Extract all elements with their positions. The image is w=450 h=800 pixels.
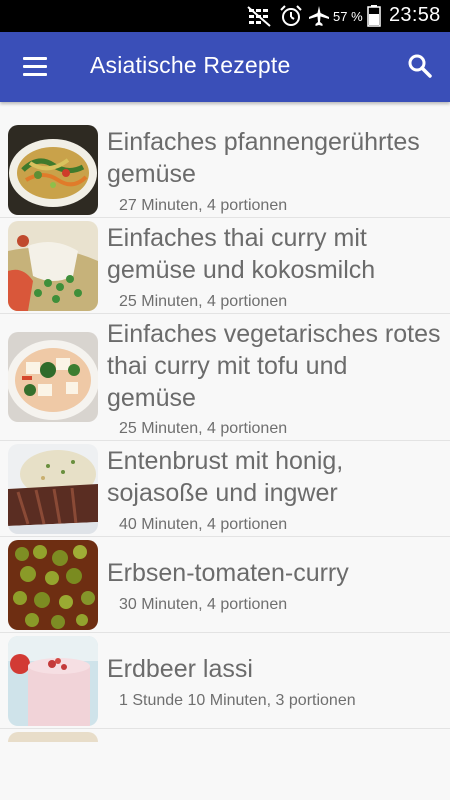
app-bar: Asiatische Rezepte	[0, 32, 450, 102]
recipe-thumbnail	[8, 332, 98, 422]
status-clock: 23:58	[389, 4, 441, 26]
page-title: Asiatische Rezepte	[90, 52, 291, 78]
list-item[interactable]: Erdbeer lassi 1 Stunde 10 Minuten, 3 por…	[0, 633, 450, 729]
alarm-icon	[279, 5, 303, 32]
recipe-meta: 25 Minuten, 4 portionen	[119, 420, 288, 437]
list-item[interactable]	[0, 729, 450, 800]
list-item[interactable]: Einfaches thai curry mit gemüse und koko…	[0, 218, 450, 314]
recipe-title: Einfaches pfannengerührtes gemüse	[107, 128, 420, 188]
list-item[interactable]: Einfaches vegetarisches rotes thai curry…	[0, 314, 450, 441]
recipe-meta: 27 Minuten, 4 portionen	[119, 197, 288, 214]
recipe-title: Einfaches vegetarisches rotes thai curry…	[107, 320, 441, 412]
recipe-meta: 1 Stunde 10 Minuten, 3 portionen	[119, 692, 356, 709]
status-bar: 57 % 23:58	[0, 0, 450, 32]
airplane-mode-icon	[307, 5, 331, 32]
battery-icon	[367, 5, 381, 32]
recipe-thumbnail	[8, 732, 98, 742]
battery-percent: 57 %	[333, 9, 363, 24]
recipe-thumbnail	[8, 636, 98, 726]
recipe-title: Einfaches thai curry mit gemüse und koko…	[107, 224, 376, 284]
recipe-meta: 25 Minuten, 4 portionen	[119, 293, 288, 310]
menu-button[interactable]	[12, 44, 58, 90]
list-item[interactable]: Einfaches pfannengerührtes gemüse 27 Min…	[0, 122, 450, 218]
recipe-title: Erdbeer lassi	[107, 655, 253, 683]
recipe-thumbnail	[8, 540, 98, 630]
recipe-thumbnail	[8, 444, 98, 534]
search-button[interactable]	[400, 46, 440, 86]
recipe-title: Erbsen-tomaten-curry	[107, 559, 349, 587]
recipe-meta: 30 Minuten, 4 portionen	[119, 596, 288, 613]
recipe-thumbnail	[8, 125, 98, 215]
recipe-list[interactable]: Einfaches pfannengerührtes gemüse 27 Min…	[0, 102, 450, 800]
recipe-meta: 40 Minuten, 4 portionen	[119, 516, 288, 533]
list-item[interactable]: Entenbrust mit honig, sojasoße und ingwe…	[0, 441, 450, 537]
recipe-title: Entenbrust mit honig, sojasoße und ingwe…	[107, 447, 344, 507]
recipe-thumbnail	[8, 221, 98, 311]
search-icon	[408, 54, 432, 78]
list-item[interactable]: Erbsen-tomaten-curry 30 Minuten, 4 porti…	[0, 537, 450, 633]
mute-icon	[247, 5, 273, 32]
